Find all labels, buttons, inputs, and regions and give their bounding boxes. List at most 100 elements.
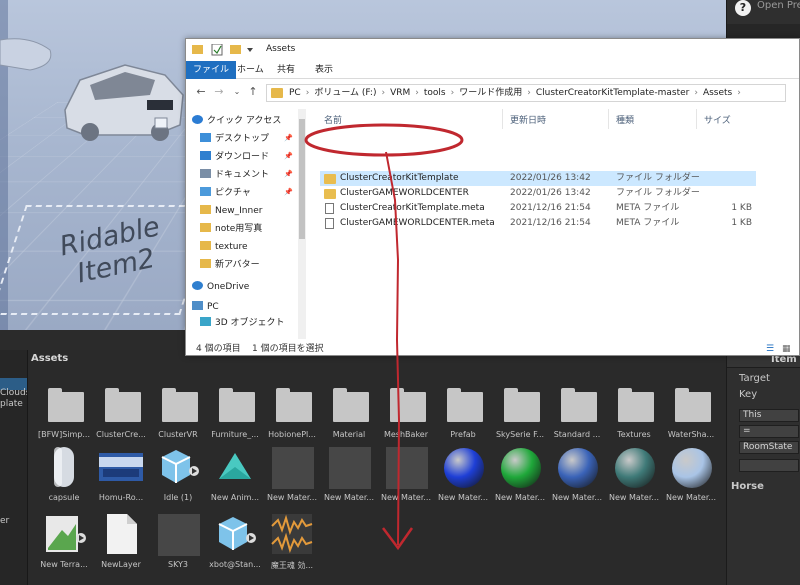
folder-asset[interactable]: Furniture_... (207, 382, 263, 452)
operator-field[interactable]: = (739, 425, 799, 438)
horse-header[interactable]: Horse (731, 481, 764, 492)
folder-asset[interactable]: Standard ... (549, 382, 605, 452)
folder-asset[interactable]: Material (321, 382, 377, 452)
file-icon (325, 218, 334, 229)
asset-item[interactable]: New Mater... (435, 445, 491, 515)
asset-item[interactable]: New Mater... (492, 445, 548, 515)
asset-item[interactable]: Homu-Ro... (93, 445, 149, 515)
quick-access-toolbar[interactable] (192, 44, 262, 56)
folder-asset[interactable]: ClusterVR (150, 382, 206, 452)
asset-item[interactable]: New Mater... (378, 445, 434, 515)
asset-label: capsule (48, 493, 80, 502)
folder-asset[interactable]: [BFW]Simp... (36, 382, 92, 452)
asset-item[interactable]: capsule (36, 445, 92, 515)
nav-item[interactable]: 新アバター (200, 257, 260, 273)
folder-icon-body (105, 392, 141, 422)
open-prefab-button[interactable]: Open Prefab (757, 0, 800, 11)
asset-item[interactable]: New Mater... (321, 445, 377, 515)
asset-item[interactable]: 魔王魂 効... (264, 512, 320, 582)
asset-item[interactable]: New Anim... (207, 445, 263, 515)
nav-item[interactable]: 3D オブジェクト (200, 315, 285, 331)
nav-item[interactable]: ダウンロード (200, 149, 269, 165)
material-preview (158, 514, 200, 556)
folder-asset[interactable]: Prefab (435, 382, 491, 452)
item-logic-header[interactable]: Item Lo (727, 354, 800, 368)
recent-chevron-down-icon[interactable]: ⌄ (230, 85, 244, 99)
asset-item[interactable]: New Mater... (264, 445, 320, 515)
asset-item[interactable]: Idle (1) (150, 445, 206, 515)
asset-item[interactable]: New Mater... (663, 445, 719, 515)
help-icon[interactable]: ? (735, 0, 751, 16)
column-header-size[interactable]: サイズ (704, 113, 731, 126)
back-arrow-icon[interactable]: ← (194, 85, 208, 99)
folder-asset[interactable]: WaterSha... (663, 382, 719, 452)
breadcrumb-segment[interactable]: ワールド作成用 (459, 88, 522, 98)
nav-item[interactable]: ドキュメント (200, 167, 269, 183)
breadcrumb-chevron-icon[interactable]: › (737, 88, 741, 98)
breadcrumb-segment[interactable]: ボリューム (F:) (314, 88, 376, 98)
tab-share[interactable]: 共有 (270, 61, 302, 79)
folder-asset[interactable]: SkySerie F... (492, 382, 548, 452)
nav-item-label: ピクチャ (215, 188, 251, 198)
column-header-date[interactable]: 更新日時 (510, 113, 546, 126)
nav-item[interactable]: New_Inner (200, 203, 262, 219)
nav-item[interactable]: OneDrive (192, 279, 249, 295)
folder-asset[interactable]: HobionePl... (264, 382, 320, 452)
file-row[interactable]: ClusterGAMEWORLDCENTER 2022/01/26 13:42 ファ… (320, 186, 756, 201)
asset-item-thumbnail (99, 445, 143, 489)
tab-file[interactable]: ファイル (186, 61, 237, 79)
tab-home[interactable]: ホーム (230, 61, 271, 79)
asset-item[interactable]: New Mater... (606, 445, 662, 515)
folder-asset[interactable]: MeshBaker (378, 382, 434, 452)
large-icons-view-icon[interactable]: ▦ (782, 341, 791, 355)
asset-item[interactable]: New Mater... (549, 445, 605, 515)
car-model[interactable] (55, 40, 190, 150)
address-bar[interactable]: PC › ボリューム (F:) › VRM › tools › ワールド作成用 › ClusterC… (266, 84, 786, 102)
nav-item-label: texture (215, 242, 248, 252)
unity-editor-screen: Ridable Item2 ? Open Prefab Item Lo Targ… (0, 0, 800, 585)
file-row[interactable]: ClusterGAMEWORLDCENTER.meta 2021/12/16 21… (320, 216, 756, 231)
folder-asset[interactable]: ClusterCre... (93, 382, 149, 452)
nav-item[interactable]: クイック アクセス (192, 113, 281, 129)
nav-item[interactable]: PC (192, 299, 219, 315)
breadcrumb-segment[interactable]: Assets (703, 88, 732, 98)
nav-item[interactable]: デスクトップ (200, 131, 269, 147)
value-field[interactable] (739, 459, 799, 472)
column-header-name[interactable]: 名前 (324, 113, 342, 126)
breadcrumb-chevron-icon[interactable]: › (694, 88, 698, 98)
folder-asset[interactable]: Textures (606, 382, 662, 452)
forward-arrow-icon[interactable]: → (212, 85, 226, 99)
column-header-type[interactable]: 種類 (616, 113, 634, 126)
tab-view[interactable]: 表示 (308, 61, 340, 79)
nav-item[interactable]: note用写真 (200, 221, 262, 237)
folder-icon-body (162, 392, 198, 422)
scrollbar-thumb[interactable] (299, 119, 305, 239)
asset-item[interactable]: NewLayer (93, 512, 149, 582)
breadcrumb-segment[interactable]: PC (289, 88, 301, 98)
navigation-scrollbar[interactable] (298, 109, 306, 339)
breadcrumb-chevron-icon[interactable]: › (451, 88, 455, 98)
breadcrumb-chevron-icon[interactable]: › (381, 88, 385, 98)
asset-item[interactable]: SKY3 (150, 512, 206, 582)
hierarchy-item[interactable]: er (0, 516, 9, 526)
file-row[interactable]: ClusterCreatorKitTemplate.meta 2021/12/16… (320, 201, 756, 216)
breadcrumb-chevron-icon[interactable]: › (415, 88, 419, 98)
breadcrumb-segment[interactable]: VRM (390, 88, 410, 98)
asset-item[interactable]: New Terra... (36, 512, 92, 582)
target-dropdown[interactable]: This (739, 409, 799, 422)
nav-item[interactable]: texture (200, 239, 248, 255)
breadcrumb-chevron-icon[interactable]: › (527, 88, 531, 98)
breadcrumb-chevron-icon[interactable]: › (306, 88, 310, 98)
hierarchy-item[interactable]: plate (0, 399, 23, 409)
asset-item[interactable]: xbot@Stan... (207, 512, 263, 582)
roomstate-field[interactable]: RoomState (739, 441, 799, 454)
breadcrumb-segment[interactable]: ClusterCreatorKitTemplate-master (536, 88, 690, 98)
nav-item[interactable]: ピクチャ (200, 185, 251, 201)
up-arrow-icon[interactable]: ↑ (246, 85, 260, 99)
hierarchy-item[interactable]: Clouds (0, 388, 27, 398)
assets-panel-title: Assets (31, 353, 69, 364)
file-row[interactable]: ClusterCreatorKitTemplate 2022/01/26 13:4… (320, 171, 756, 186)
breadcrumb-segment[interactable]: tools (424, 88, 446, 98)
picture-icon (200, 187, 211, 196)
details-view-icon[interactable]: ☰ (766, 341, 774, 355)
